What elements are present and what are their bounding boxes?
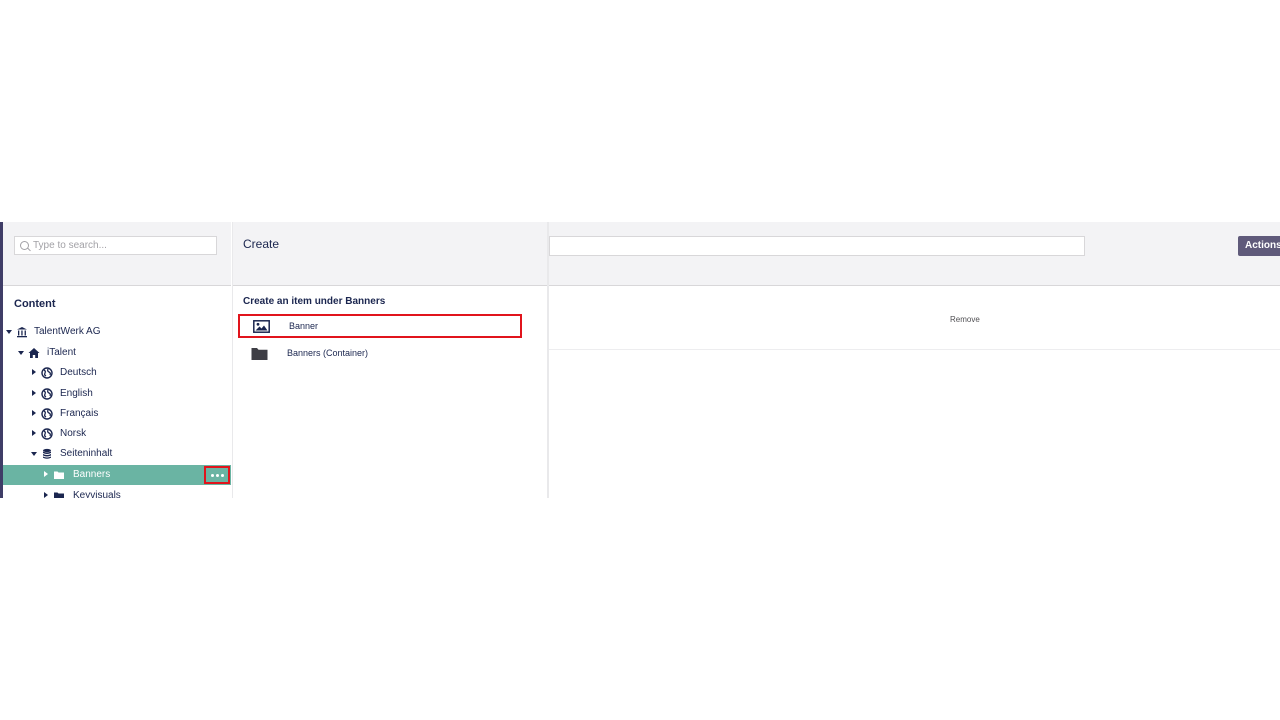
tree-item-english[interactable]: English — [3, 384, 231, 404]
create-option-label: Banner — [289, 321, 319, 331]
item-name-input[interactable] — [549, 236, 1085, 256]
institution-icon — [17, 327, 27, 338]
tree-item-italent[interactable]: iTalent — [3, 343, 231, 363]
globe-icon — [41, 367, 53, 379]
tree-item-label: TalentWerk AG — [34, 326, 101, 337]
tree-item-deutsch[interactable]: Deutsch — [3, 363, 231, 383]
caret-right-icon[interactable] — [44, 471, 48, 477]
tree-item-talentwerk-ag[interactable]: TalentWerk AG — [3, 322, 231, 342]
home-icon — [28, 348, 40, 358]
main-content-panel: Actions Remove — [549, 222, 1280, 498]
create-option-label: Banners (Container) — [287, 348, 369, 358]
create-dialog-title: Create — [243, 237, 280, 251]
tree-item-label: Banners — [73, 469, 111, 480]
globe-icon — [41, 428, 53, 440]
caret-right-icon[interactable] — [32, 390, 36, 396]
create-option-banners-container[interactable]: Banners (Container) — [238, 341, 522, 365]
tree-item-banners[interactable]: Banners — [3, 465, 231, 485]
picture-icon — [253, 320, 270, 333]
remove-link[interactable]: Remove — [950, 315, 980, 324]
folder-icon — [251, 348, 268, 360]
caret-right-icon[interactable] — [32, 410, 36, 416]
tree-item-label: iTalent — [47, 347, 76, 358]
tree-header — [3, 222, 231, 286]
search-icon — [20, 241, 29, 250]
globe-icon — [41, 388, 53, 400]
more-options-button[interactable] — [204, 466, 230, 484]
caret-right-icon[interactable] — [44, 492, 48, 498]
tree-search-box[interactable] — [14, 236, 217, 255]
actions-button[interactable]: Actions — [1238, 236, 1280, 256]
dot-icon — [220, 473, 224, 477]
section-title: Content — [14, 298, 56, 310]
tree-item-label: Norsk — [60, 428, 87, 439]
app-window: Content TalentWerk AG iTalent — [0, 222, 1280, 498]
caret-down-icon[interactable] — [18, 351, 24, 355]
create-dialog-header: Create — [233, 222, 547, 286]
dot-icon — [210, 473, 214, 477]
dot-icon — [215, 473, 219, 477]
tree-item-keyvisuals[interactable]: Keyvisuals — [3, 486, 231, 498]
tree-search-input[interactable] — [33, 237, 213, 254]
database-icon — [43, 448, 51, 459]
caret-down-icon[interactable] — [6, 330, 12, 334]
create-option-banner[interactable]: Banner — [238, 314, 522, 338]
create-dialog: Create Create an item under Banners Bann… — [233, 222, 549, 498]
tree-item-seiteninhalt[interactable]: Seiteninhalt — [3, 444, 231, 464]
tree-item-label: Français — [60, 408, 99, 419]
folder-icon — [54, 471, 64, 479]
tree-item-label: Seiteninhalt — [60, 448, 113, 459]
row-divider — [549, 349, 1280, 350]
main-header: Actions — [549, 222, 1280, 286]
caret-right-icon[interactable] — [32, 369, 36, 375]
content-tree-panel: Content TalentWerk AG iTalent — [0, 222, 236, 498]
globe-icon — [41, 408, 53, 420]
folder-icon — [54, 492, 64, 498]
caret-right-icon[interactable] — [32, 430, 36, 436]
caret-down-icon[interactable] — [31, 452, 37, 456]
tree-item-label: English — [60, 388, 93, 399]
tree-item-norsk[interactable]: Norsk — [3, 424, 231, 444]
tree-item-label: Deutsch — [60, 367, 97, 378]
tree-item-label: Keyvisuals — [73, 490, 121, 498]
tree-item-francais[interactable]: Français — [3, 404, 231, 424]
create-dialog-subtitle: Create an item under Banners — [243, 296, 386, 307]
